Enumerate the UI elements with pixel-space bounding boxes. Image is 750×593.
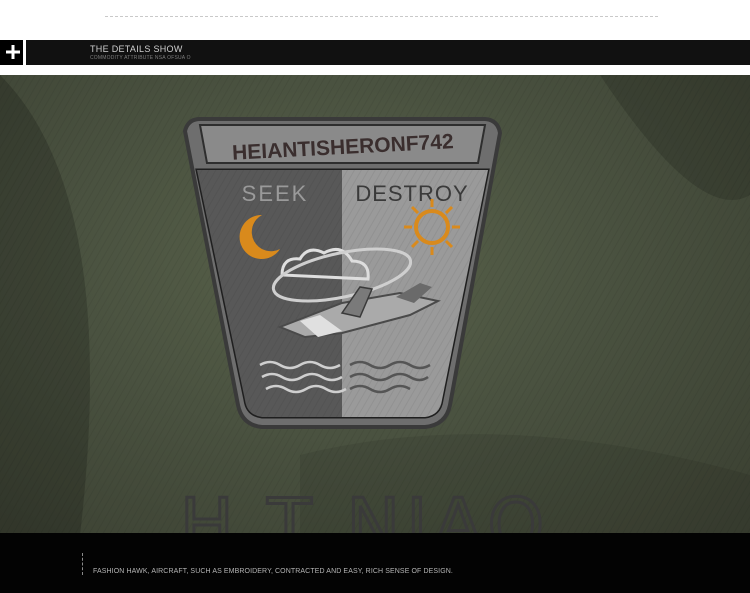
top-divider [105, 16, 658, 17]
plus-button[interactable] [0, 40, 26, 65]
embroidered-patch: HEIANTISHERONF742 SEEK DESTROY [182, 117, 503, 429]
details-header: THE DETAILS SHOW COMMODITY ATTRIBUTE NSA… [0, 40, 750, 65]
brand-embroidery: H.T NIAO [180, 483, 550, 535]
footer-divider [82, 553, 83, 575]
patch-right-word: DESTROY [355, 181, 468, 206]
footer-description: FASHION HAWK, AIRCRAFT, SUCH AS EMBROIDE… [93, 568, 453, 575]
section-subtitle: COMMODITY ATTRIBUTE NSA OFSUA O [90, 55, 191, 61]
section-title: THE DETAILS SHOW [90, 44, 183, 54]
patch-left-word: SEEK [242, 181, 309, 206]
plus-icon [6, 45, 20, 59]
description-footer: FASHION HAWK, AIRCRAFT, SUCH AS EMBROIDE… [0, 533, 750, 593]
product-detail-photo: HEIANTISHERONF742 SEEK DESTROY H.T NIAO [0, 75, 750, 535]
